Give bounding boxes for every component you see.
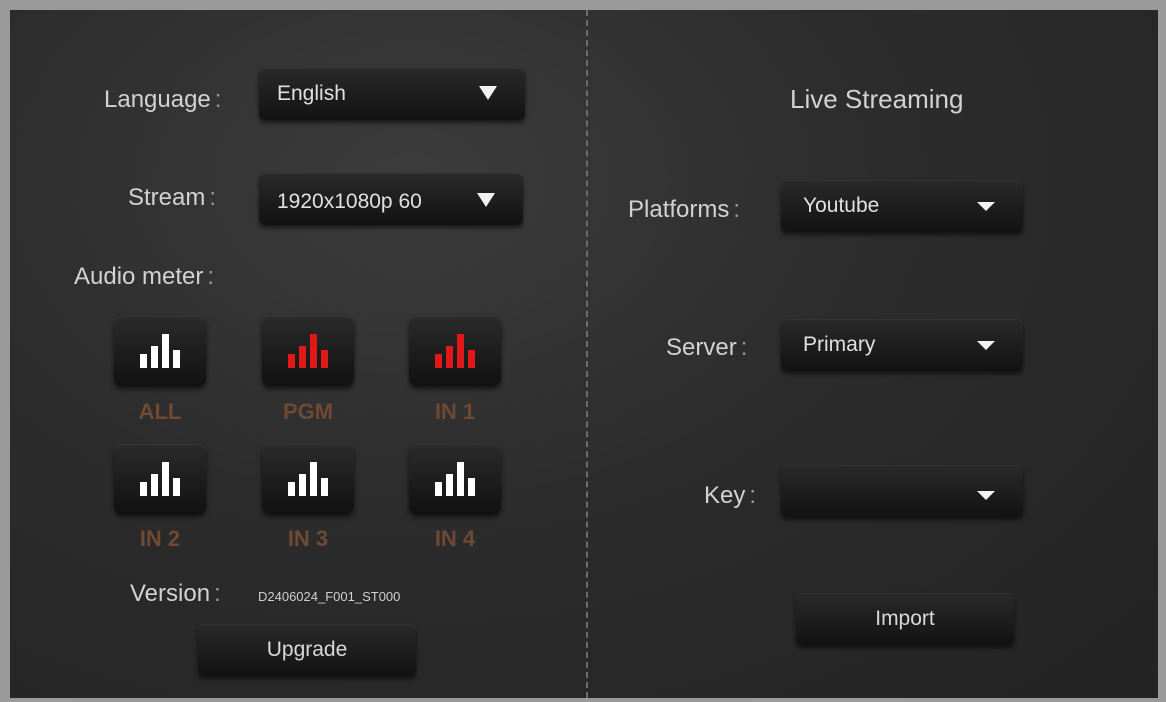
column-divider xyxy=(586,10,588,698)
meter-button-in2[interactable] xyxy=(114,444,206,514)
meter-button-in4[interactable] xyxy=(409,444,501,514)
dropdown-arrow-icon xyxy=(977,202,995,211)
server-value: Primary xyxy=(803,333,876,356)
platforms-value: Youtube xyxy=(803,194,880,217)
version-label: Version: xyxy=(130,580,221,607)
meter-button-in3[interactable] xyxy=(262,444,354,514)
version-value: D2406024_F001_ST000 xyxy=(258,589,401,604)
bar-meter-icon xyxy=(140,334,180,368)
stream-label: Stream: xyxy=(128,184,217,211)
bar-meter-icon xyxy=(288,462,328,496)
bar-meter-icon xyxy=(435,462,475,496)
meter-label-in3: IN 3 xyxy=(287,526,329,551)
stream-dropdown[interactable]: 1920x1080p 60 xyxy=(259,173,523,225)
server-dropdown[interactable]: Primary xyxy=(781,319,1023,371)
meter-button-in1[interactable] xyxy=(409,316,501,386)
key-dropdown[interactable] xyxy=(781,465,1023,517)
language-label: Language: xyxy=(104,86,222,113)
language-dropdown[interactable]: English xyxy=(259,68,525,120)
live-streaming-title: Live Streaming xyxy=(790,84,964,114)
meter-label-in4: IN 4 xyxy=(434,526,476,551)
meter-label-all: ALL xyxy=(138,399,182,424)
meter-button-all[interactable] xyxy=(114,316,206,386)
dropdown-arrow-icon xyxy=(477,193,495,207)
meter-label-in1: IN 1 xyxy=(434,399,476,424)
bar-meter-icon xyxy=(288,334,328,368)
language-value: English xyxy=(277,82,346,105)
settings-panel: Language: English Stream: 1920x1080p 60 … xyxy=(10,10,1158,698)
meter-label-in2: IN 2 xyxy=(139,526,181,551)
dropdown-arrow-icon xyxy=(977,491,995,500)
platforms-dropdown[interactable]: Youtube xyxy=(781,180,1023,232)
platforms-label: Platforms: xyxy=(628,196,741,223)
upgrade-button[interactable]: Upgrade xyxy=(198,624,416,676)
audio-meter-label: Audio meter: xyxy=(74,263,215,290)
dropdown-arrow-icon xyxy=(479,86,497,100)
import-button[interactable]: Import xyxy=(796,593,1014,645)
dropdown-arrow-icon xyxy=(977,341,995,350)
meter-label-pgm: PGM xyxy=(282,399,334,424)
key-label: Key: xyxy=(704,482,757,509)
meter-button-pgm[interactable] xyxy=(262,316,354,386)
stream-value: 1920x1080p 60 xyxy=(277,190,422,213)
server-label: Server: xyxy=(666,334,748,361)
bar-meter-icon xyxy=(435,334,475,368)
bar-meter-icon xyxy=(140,462,180,496)
